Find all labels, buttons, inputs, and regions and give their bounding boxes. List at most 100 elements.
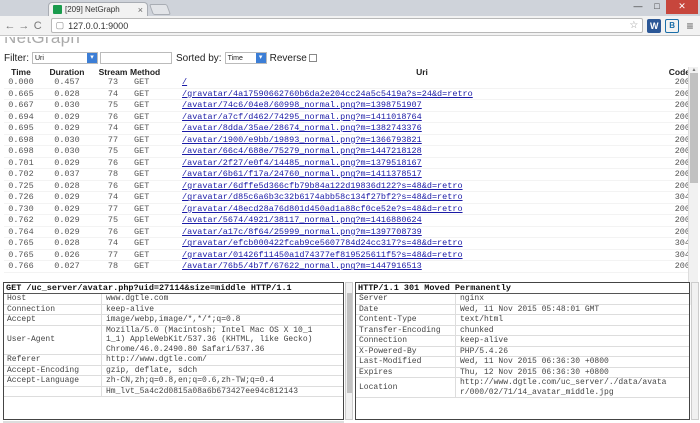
- cell-code: 200: [674, 157, 690, 168]
- cell-time: 0.695: [8, 123, 34, 134]
- header-name: Referer: [4, 355, 102, 365]
- sort-field-select[interactable]: Time ▾: [224, 52, 267, 64]
- uri-link[interactable]: /avatar/2f27/e0f4/14485_normal.png?m=137…: [182, 158, 422, 168]
- cell-uri[interactable]: /gravatar/01426f11450a1d74377ef819525611…: [182, 250, 662, 260]
- reverse-checkbox[interactable]: [308, 54, 317, 62]
- uri-link[interactable]: /avatar/5674/4921/38117_normal.png?m=141…: [182, 215, 422, 225]
- header-value: Wed, 11 Nov 2015 05:48:01 GMT: [460, 304, 600, 314]
- minimize-button[interactable]: —: [628, 0, 648, 14]
- uri-link[interactable]: /avatar/74c6/04e8/60998_normal.png?m=139…: [182, 100, 422, 110]
- uri-link[interactable]: /avatar/a17c/8f64/25999_normal.png?m=139…: [182, 227, 422, 237]
- cell-uri[interactable]: /gravatar/6dffe5d366cfb79b84a122d19836d1…: [182, 181, 662, 191]
- filter-input[interactable]: [100, 52, 172, 64]
- scrollbar-thumb[interactable]: [347, 293, 352, 393]
- cell-duration: 0.037: [54, 169, 80, 180]
- uri-link[interactable]: /avatar/1900/e9bb/19893_normal.png?m=136…: [182, 135, 422, 145]
- table-row[interactable]: 0.766 0.027 78 GET/avatar/76b5/4b7f/67622_n…: [4, 261, 690, 273]
- status-line: HTTP/1.1 301 Moved Permanently: [356, 283, 689, 294]
- cell-uri[interactable]: /avatar/76b5/4b7f/67622_normal.png?m=144…: [182, 261, 662, 271]
- response-pane: HTTP/1.1 301 Moved Permanently Server ngi…: [355, 282, 690, 420]
- uri-link[interactable]: /gravatar/01426f11450a1d74377ef819525611…: [182, 250, 463, 260]
- table-row[interactable]: 0.698 0.030 75 GET/avatar/66c4/688e/75279_n…: [4, 146, 690, 158]
- scrollbar-thumb[interactable]: [690, 73, 698, 183]
- cell-uri[interactable]: /gravatar/4a17590662760b6da2e204cc24a5c5…: [182, 89, 662, 99]
- cell-method: GET: [134, 203, 150, 214]
- cell-uri[interactable]: /avatar/a17c/8f64/25999_normal.png?m=139…: [182, 227, 662, 237]
- cell-uri[interactable]: /avatar/1900/e9bb/19893_normal.png?m=136…: [182, 135, 662, 145]
- uri-link[interactable]: /: [182, 77, 187, 87]
- uri-link[interactable]: /avatar/a7cf/d462/74295_normal.png?m=141…: [182, 112, 422, 122]
- address-bar[interactable]: ▢ 127.0.0.1:9000 ☆: [50, 18, 644, 33]
- bookmark-star-icon[interactable]: ☆: [629, 20, 638, 31]
- table-row[interactable]: 0.726 0.029 74 GET/gravatar/d85c6a6b3c32b61…: [4, 192, 690, 204]
- col-time[interactable]: Time: [4, 67, 38, 77]
- table-row[interactable]: 0.701 0.029 76 GET/avatar/2f27/e0f4/14485_n…: [4, 157, 690, 169]
- extension-b-icon[interactable]: B: [665, 18, 680, 33]
- request-scrollbar[interactable]: [345, 282, 353, 420]
- table-row[interactable]: 0.764 0.029 76 GET/avatar/a17c/8f64/25999_n…: [4, 227, 690, 238]
- uri-link[interactable]: /gravatar/4a17590662760b6da2e204cc24a5c5…: [182, 89, 473, 99]
- cell-code: 200: [674, 100, 690, 111]
- forward-button[interactable]: →: [17, 19, 31, 33]
- table-header: Time Duration Stream Method Uri Code: [4, 67, 690, 77]
- new-tab-button[interactable]: [148, 4, 172, 15]
- table-scrollbar[interactable]: ▲ ▼: [688, 67, 698, 305]
- uri-link[interactable]: /avatar/8dda/35ae/28674_normal.png?m=138…: [182, 123, 422, 133]
- extension-w-icon[interactable]: W: [647, 18, 662, 33]
- uri-link[interactable]: /gravatar/6dffe5d366cfb79b84a122d19836d1…: [182, 181, 463, 191]
- table-row[interactable]: 0.725 0.028 76 GET/gravatar/6dffe5d366cfb79…: [4, 181, 690, 192]
- cell-uri[interactable]: /avatar/5674/4921/38117_normal.png?m=141…: [182, 215, 662, 225]
- reload-button[interactable]: C: [31, 19, 45, 33]
- cell-uri[interactable]: /avatar/66c4/688e/75279_normal.png?m=144…: [182, 146, 662, 156]
- uri-link[interactable]: /avatar/76b5/4b7f/67622_normal.png?m=144…: [182, 261, 422, 271]
- tab-close-icon[interactable]: ×: [138, 5, 143, 15]
- cell-uri[interactable]: /: [182, 77, 662, 87]
- cell-uri[interactable]: /avatar/a7cf/d462/74295_normal.png?m=141…: [182, 112, 662, 122]
- table-row[interactable]: 0.765 0.026 77 GET/gravatar/01426f11450a1d7…: [4, 250, 690, 261]
- cell-uri[interactable]: /avatar/6b61/f17a/24760_normal.png?m=141…: [182, 169, 662, 179]
- cell-stream: 74: [107, 123, 119, 134]
- table-row[interactable]: 0.702 0.037 78 GET/avatar/6b61/f17a/24760_n…: [4, 169, 690, 181]
- cell-duration: 0.457: [54, 77, 80, 88]
- cell-uri[interactable]: /avatar/2f27/e0f4/14485_normal.png?m=137…: [182, 158, 662, 168]
- table-row[interactable]: 0.694 0.029 76 GET/avatar/a7cf/d462/74295_n…: [4, 111, 690, 123]
- response-scrollbar[interactable]: [691, 282, 699, 420]
- cell-uri[interactable]: /avatar/8dda/35ae/28674_normal.png?m=138…: [182, 123, 662, 133]
- col-method[interactable]: Method: [130, 67, 182, 77]
- table-row[interactable]: 0.762 0.029 75 GET/avatar/5674/4921/38117_n…: [4, 215, 690, 227]
- uri-link[interactable]: /gravatar/d85c6a6b3c32b6174abb58c134f27b…: [182, 192, 463, 202]
- filter-field-select[interactable]: Uri ▾: [32, 52, 98, 64]
- cell-duration: 0.029: [54, 111, 80, 122]
- cell-code: 200: [674, 169, 690, 180]
- table-row[interactable]: 0.000 0.457 73 GET / 200: [4, 77, 690, 89]
- col-duration[interactable]: Duration: [38, 67, 96, 77]
- cell-uri[interactable]: /avatar/74c6/04e8/60998_normal.png?m=139…: [182, 100, 662, 110]
- col-uri[interactable]: Uri: [182, 67, 662, 77]
- uri-link[interactable]: /avatar/6b61/f17a/24760_normal.png?m=141…: [182, 169, 422, 179]
- uri-link[interactable]: /gravatar/48ecd28a76d801d450ad1a88cf0ce5…: [182, 204, 463, 214]
- close-window-button[interactable]: ✕: [666, 0, 698, 14]
- requests-table: Time Duration Stream Method Uri Code 0.0…: [4, 67, 690, 305]
- table-row[interactable]: 0.665 0.028 74 GET/gravatar/4a17590662760b6…: [4, 88, 690, 100]
- col-stream[interactable]: Stream: [96, 67, 130, 77]
- favicon-icon: [53, 5, 62, 14]
- cell-uri[interactable]: /gravatar/d85c6a6b3c32b6174abb58c134f27b…: [182, 192, 662, 202]
- response-headers: Server nginx Date Wed, 11 Nov 2015 05:48:01…: [356, 294, 689, 398]
- back-button[interactable]: ←: [3, 19, 17, 33]
- uri-link[interactable]: /gravatar/efcb000422fcab9ce5607784d24cc3…: [182, 238, 463, 248]
- table-row[interactable]: 0.698 0.030 77 GET/avatar/1900/e9bb/19893_n…: [4, 135, 690, 146]
- uri-link[interactable]: /avatar/66c4/688e/75279_normal.png?m=144…: [182, 146, 422, 156]
- cell-uri[interactable]: /gravatar/efcb000422fcab9ce5607784d24cc3…: [182, 238, 662, 248]
- browser-tab[interactable]: [209] NetGraph ×: [48, 2, 148, 16]
- maximize-button[interactable]: □: [648, 0, 666, 14]
- table-row[interactable]: 0.667 0.030 75 GET/avatar/74c6/04e8/60998_n…: [4, 100, 690, 112]
- cell-uri[interactable]: /gravatar/48ecd28a76d801d450ad1a88cf0ce5…: [182, 204, 662, 214]
- menu-icon[interactable]: ≡: [683, 19, 697, 33]
- table-row[interactable]: 0.730 0.029 77 GET/gravatar/48ecd28a76d801d…: [4, 203, 690, 215]
- table-row[interactable]: 0.765 0.028 74 GET/gravatar/efcb000422fcab9…: [4, 238, 690, 250]
- col-code[interactable]: Code: [662, 67, 690, 77]
- table-row[interactable]: 0.695 0.029 74 GET/avatar/8dda/35ae/28674_n…: [4, 123, 690, 135]
- header-row: User-Agent Mozilla/5.0 (Macintosh; Intel …: [4, 325, 343, 355]
- cell-duration: 0.028: [54, 88, 80, 99]
- cell-stream: 76: [107, 157, 119, 168]
